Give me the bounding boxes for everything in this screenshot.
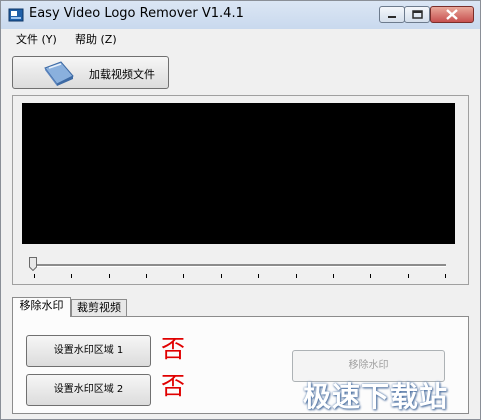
site-watermark: 极速下载站: [303, 380, 449, 413]
area-1-status: 否: [161, 335, 185, 363]
app-icon: [8, 8, 24, 22]
slider-tick: [370, 274, 371, 278]
menu-file[interactable]: 文件 (Y): [16, 31, 57, 47]
video-preview: [22, 103, 455, 244]
close-button[interactable]: [430, 6, 474, 23]
film-file-icon: [44, 61, 74, 86]
maximize-icon: [412, 10, 423, 19]
app-window: Easy Video Logo Remover V1.4.1 文件 (Y) 帮助…: [0, 0, 481, 420]
set-area-2-button[interactable]: 设置水印区域 2: [26, 374, 151, 406]
window-title: Easy Video Logo Remover V1.4.1: [29, 6, 244, 21]
close-icon: [446, 9, 458, 20]
minimize-icon: [388, 16, 396, 18]
menu-bar: 文件 (Y) 帮助 (Z): [1, 29, 480, 49]
seek-slider-track[interactable]: [34, 264, 446, 267]
title-bar[interactable]: Easy Video Logo Remover V1.4.1: [1, 1, 480, 30]
slider-tick: [183, 274, 184, 278]
slider-tick: [221, 274, 222, 278]
video-panel: [12, 95, 469, 285]
slider-tick: [258, 274, 259, 278]
slider-tick: [146, 274, 147, 278]
set-area-1-button[interactable]: 设置水印区域 1: [26, 335, 151, 367]
seek-slider-thumb[interactable]: [29, 257, 37, 271]
area-2-status: 否: [161, 372, 185, 400]
slider-tick: [71, 274, 72, 278]
load-video-button[interactable]: 加载视频文件: [12, 56, 169, 89]
maximize-button[interactable]: [404, 6, 430, 23]
slider-tick: [408, 274, 409, 278]
slider-tick: [34, 274, 35, 278]
minimize-button[interactable]: [379, 6, 405, 23]
slider-tick: [333, 274, 334, 278]
tab-crop-video[interactable]: 裁剪视频: [71, 299, 127, 317]
load-video-label: 加载视频文件: [89, 68, 155, 81]
slider-tick: [109, 274, 110, 278]
slider-tick: [445, 274, 446, 278]
menu-help[interactable]: 帮助 (Z): [75, 31, 117, 47]
slider-tick: [296, 274, 297, 278]
tab-remove-watermark[interactable]: 移除水印: [12, 297, 71, 317]
